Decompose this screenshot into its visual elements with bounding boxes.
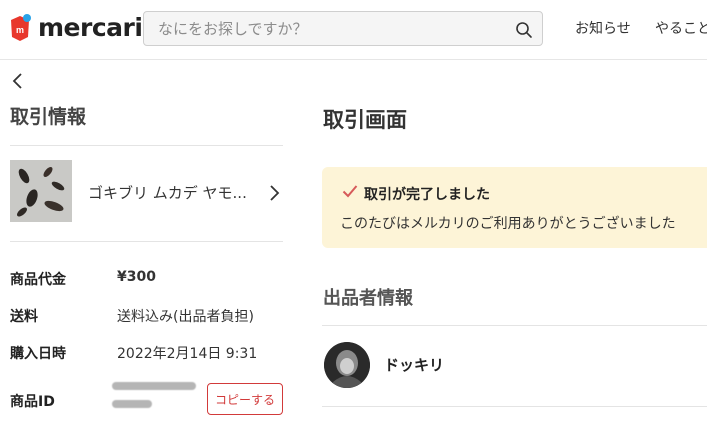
mercari-logo[interactable]: m mercari (8, 13, 143, 42)
completion-notice: 取引が完了しました このたびはメルカリのご利用ありがとうございました (322, 167, 707, 248)
notice-body: このたびはメルカリのご利用ありがとうございました (340, 216, 676, 232)
check-icon (342, 185, 358, 198)
seller-avatar[interactable] (324, 342, 370, 388)
nav-todo[interactable]: やること (655, 18, 707, 38)
product-id-label: 商品ID (10, 394, 55, 410)
seller-info-title: 出品者情報 (323, 288, 413, 309)
transaction-screen-title: 取引画面 (323, 108, 407, 132)
search-icon[interactable] (515, 21, 533, 39)
price-label: 商品代金 (10, 272, 66, 288)
search-box[interactable] (143, 11, 543, 46)
product-name: ゴキブリ ムカデ ヤモ... (88, 184, 247, 202)
nav-notifications[interactable]: お知らせ (575, 18, 631, 38)
divider (322, 325, 707, 326)
top-header: m mercari お知らせ やること (0, 0, 707, 60)
back-arrow-icon[interactable] (10, 72, 26, 90)
purchase-date-value: 2022年2月14日 9:31 (117, 346, 258, 362)
svg-text:m: m (16, 25, 24, 35)
shipping-label: 送料 (10, 309, 38, 325)
seller-name[interactable]: ドッキリ (384, 354, 444, 375)
copy-button[interactable]: コピーする (207, 383, 283, 415)
logo-text: mercari (38, 13, 143, 42)
price-value: ¥300 (117, 269, 156, 285)
shipping-value: 送料込み(出品者負担) (117, 309, 254, 325)
purchase-date-label: 購入日時 (10, 346, 66, 362)
product-thumbnail (10, 160, 72, 222)
mercari-logo-icon: m (11, 13, 31, 41)
redacted-product-id (112, 380, 198, 414)
divider (10, 241, 283, 242)
chevron-right-icon[interactable] (268, 184, 280, 202)
product-row[interactable]: ゴキブリ ムカデ ヤモ... (10, 146, 283, 242)
notice-title: 取引が完了しました (364, 187, 490, 203)
divider (322, 406, 707, 407)
search-input[interactable] (158, 18, 498, 40)
transaction-info-title: 取引情報 (10, 106, 87, 128)
